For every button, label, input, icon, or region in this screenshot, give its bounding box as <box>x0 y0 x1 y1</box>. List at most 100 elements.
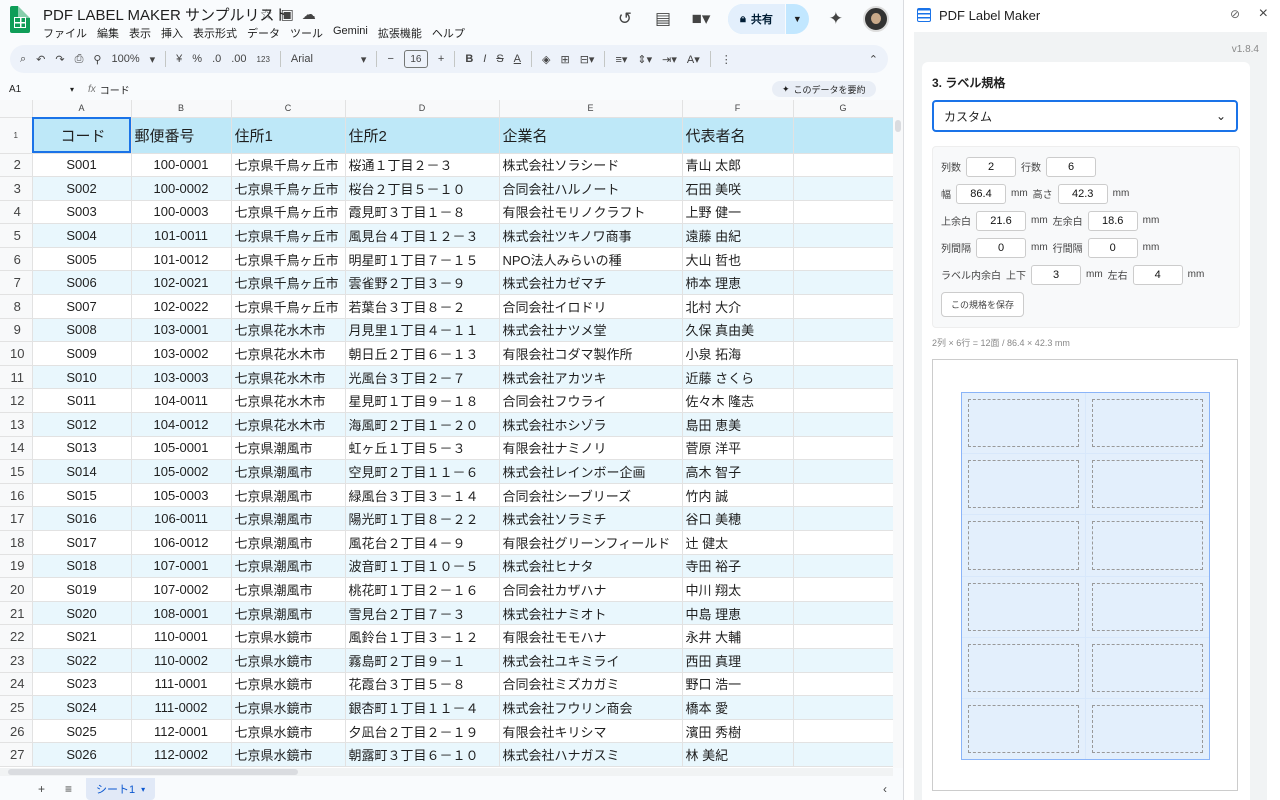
cell[interactable] <box>793 601 893 626</box>
cell[interactable]: S025 <box>32 719 132 744</box>
column-header[interactable]: C <box>231 100 346 118</box>
italic-button[interactable]: I <box>483 53 486 65</box>
cell[interactable]: 株式会社ハナガスミ <box>499 742 683 767</box>
cell[interactable]: S007 <box>32 294 132 319</box>
cell[interactable]: S026 <box>32 742 132 767</box>
close-icon[interactable]: × <box>1259 5 1268 23</box>
cell[interactable]: S015 <box>32 483 132 508</box>
cell[interactable]: 七京県千鳥ヶ丘市 <box>231 176 346 201</box>
row-number[interactable]: 8 <box>0 294 33 319</box>
cell[interactable]: 104-0011 <box>131 388 232 414</box>
cell[interactable]: 陽光町１丁目８－２２ <box>345 506 500 531</box>
cell[interactable]: 有限会社キリシマ <box>499 719 683 744</box>
left-margin-input[interactable]: 18.6 <box>1087 210 1138 231</box>
padding-horizontal-input[interactable]: 4 <box>1132 264 1183 285</box>
percent-button[interactable]: % <box>192 53 202 65</box>
cell[interactable] <box>793 506 893 531</box>
row-number[interactable]: 12 <box>0 388 33 414</box>
cell[interactable]: 谷口 美穂 <box>682 506 794 531</box>
cell[interactable]: S010 <box>32 365 132 390</box>
row-number[interactable]: 25 <box>0 695 33 720</box>
text-rotate-icon[interactable]: A▾ <box>687 53 700 66</box>
cell[interactable]: 七京県花水木市 <box>231 365 346 390</box>
cell[interactable] <box>793 436 893 461</box>
cell[interactable]: 朝露町３丁目６－１０ <box>345 742 500 767</box>
cell[interactable]: 住所2 <box>345 117 500 154</box>
chevron-down-icon[interactable]: ▾ <box>150 53 156 66</box>
cell[interactable]: 有限会社モリノクラフト <box>499 200 683 225</box>
cell[interactable]: 郵便番号 <box>131 117 232 154</box>
menu-item[interactable]: 表示 <box>129 25 151 41</box>
cell[interactable]: 七京県千鳥ヶ丘市 <box>231 223 346 248</box>
cell[interactable]: S017 <box>32 530 132 555</box>
menu-item[interactable]: ツール <box>290 25 323 41</box>
summarize-data-button[interactable]: ✦ このデータを要約 <box>772 81 876 97</box>
cell[interactable]: 七京県千鳥ヶ丘市 <box>231 153 346 178</box>
cell[interactable]: 七京県潮風市 <box>231 459 346 484</box>
cell[interactable]: 桜通１丁目２－３ <box>345 153 500 178</box>
cell[interactable]: 七京県潮風市 <box>231 530 346 555</box>
cell[interactable]: 柿本 理恵 <box>682 270 794 296</box>
row-number[interactable]: 17 <box>0 506 33 531</box>
rows-input[interactable]: 6 <box>1046 156 1096 177</box>
cell[interactable]: 光風台３丁目２－７ <box>345 365 500 390</box>
cell[interactable]: 中川 翔太 <box>682 577 794 602</box>
cell[interactable]: 竹内 誠 <box>682 483 794 508</box>
spreadsheet-grid[interactable]: ABCDEFG 1 コード 郵便番号 住所1 住所2 企業名 代表者名 2 S001 100-00… <box>0 100 893 768</box>
row-number[interactable]: 3 <box>0 176 33 201</box>
cell[interactable] <box>793 412 893 437</box>
cell[interactable]: 緑風台３丁目３－１４ <box>345 483 500 508</box>
cell[interactable]: 七京県水鏡市 <box>231 695 346 720</box>
cell[interactable]: 虹ヶ丘１丁目５－３ <box>345 436 500 461</box>
cell[interactable]: 100-0001 <box>131 153 232 178</box>
cell[interactable]: 106-0011 <box>131 506 232 531</box>
cell[interactable]: S011 <box>32 388 132 414</box>
align-vertical-icon[interactable]: ⇕▾ <box>637 53 652 66</box>
cell[interactable] <box>793 176 893 201</box>
cell[interactable]: 有限会社グリーンフィールド <box>499 530 683 555</box>
cell[interactable] <box>793 483 893 508</box>
cell[interactable]: 104-0012 <box>131 412 232 437</box>
cell[interactable]: 七京県水鏡市 <box>231 672 346 697</box>
cell[interactable]: 株式会社ナツメ堂 <box>499 318 683 343</box>
cell[interactable]: 企業名 <box>499 117 683 154</box>
row-number[interactable]: 23 <box>0 648 33 673</box>
cell[interactable]: 111-0001 <box>131 672 232 697</box>
cell[interactable]: 株式会社ナミオト <box>499 601 683 626</box>
star-icon[interactable]: ☆ <box>260 6 273 23</box>
cell[interactable]: 七京県花水木市 <box>231 412 346 437</box>
height-input[interactable]: 42.3 <box>1057 183 1108 204</box>
cell[interactable] <box>793 365 893 390</box>
cell[interactable]: 108-0001 <box>131 601 232 626</box>
cell[interactable]: S016 <box>32 506 132 531</box>
cell[interactable] <box>793 695 893 720</box>
row-number[interactable]: 10 <box>0 341 33 366</box>
cell[interactable]: 七京県千鳥ヶ丘市 <box>231 294 346 319</box>
cell[interactable] <box>793 223 893 248</box>
increase-decimal-button[interactable]: .00 <box>231 53 246 65</box>
menu-item[interactable]: データ <box>247 25 280 41</box>
row-number[interactable]: 16 <box>0 483 33 508</box>
cell[interactable]: 島田 恵美 <box>682 412 794 437</box>
cell[interactable]: S020 <box>32 601 132 626</box>
cell[interactable]: 花霞台３丁目５－８ <box>345 672 500 697</box>
cols-input[interactable]: 2 <box>966 156 1016 177</box>
cell[interactable]: 小泉 拓海 <box>682 341 794 366</box>
merge-cells-icon[interactable]: ⊟▾ <box>580 53 595 66</box>
currency-button[interactable]: ¥ <box>176 53 182 65</box>
document-title[interactable]: PDF LABEL MAKER サンプルリスト <box>43 4 290 25</box>
menu-item[interactable]: 編集 <box>97 25 119 41</box>
cell[interactable]: S019 <box>32 577 132 602</box>
cell[interactable]: 七京県花水木市 <box>231 388 346 414</box>
cell[interactable] <box>793 672 893 697</box>
cell[interactable]: 近藤 さくら <box>682 365 794 390</box>
cell[interactable]: 高木 智子 <box>682 459 794 484</box>
column-header[interactable]: D <box>345 100 500 118</box>
cell[interactable]: 株式会社ユキミライ <box>499 648 683 673</box>
cell[interactable]: S002 <box>32 176 132 201</box>
cell[interactable]: 株式会社ヒナタ <box>499 554 683 579</box>
cell[interactable]: S012 <box>32 412 132 437</box>
cell[interactable]: 100-0003 <box>131 200 232 225</box>
row-number[interactable]: 1 <box>0 117 33 154</box>
horizontal-scrollbar[interactable] <box>0 768 893 776</box>
